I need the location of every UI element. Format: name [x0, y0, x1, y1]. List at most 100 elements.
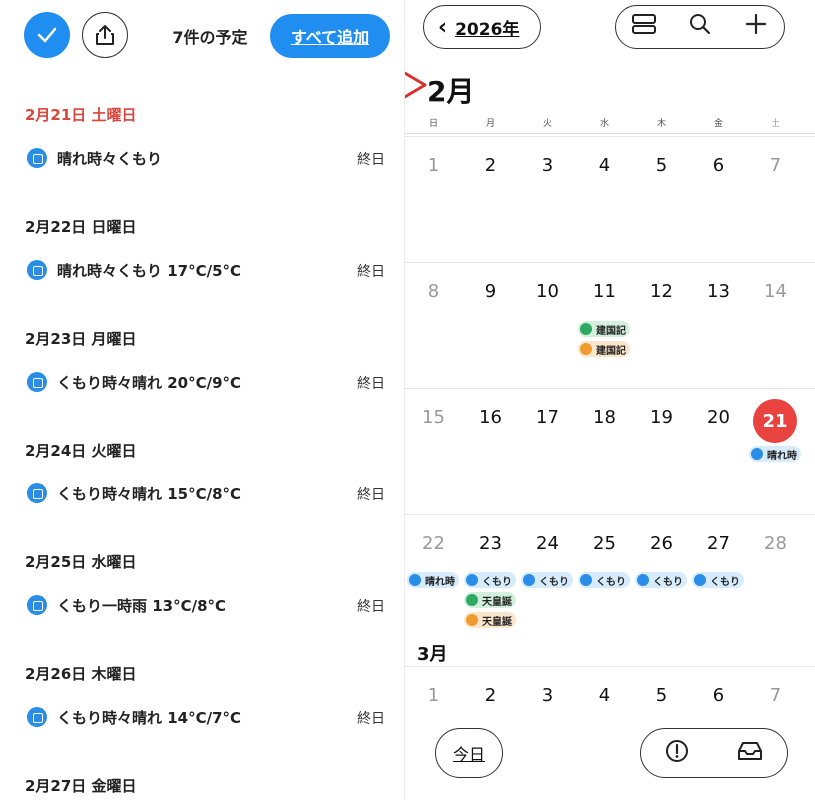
event-title: 晴れ時々くもり [57, 150, 163, 168]
star-icon [580, 343, 592, 355]
day-cell[interactable]: 9 [462, 281, 519, 302]
week-row: 22 23 24 25 26 27 28 晴れ時 くもり 天皇誕 天皇誕 くもり… [405, 514, 815, 640]
day-cell[interactable]: 15 [405, 407, 462, 428]
event-title: くもり時々晴れ 20°C/9°C [57, 374, 242, 392]
week-row: 8 9 10 11 12 13 14 建国記 建国記 [405, 262, 815, 388]
view-toggle-icon[interactable] [626, 13, 662, 41]
all-day-label: 終日 [357, 487, 385, 503]
alert-icon[interactable] [665, 739, 689, 767]
day-cell[interactable]: 14 [747, 281, 804, 302]
day-cell[interactable]: 2 [462, 155, 519, 176]
day-cell[interactable]: 16 [462, 407, 519, 428]
day-cell[interactable]: 1 [405, 685, 462, 706]
weekday-label: 月 [485, 119, 495, 129]
star-icon [466, 614, 478, 626]
confirm-button[interactable] [24, 12, 70, 58]
back-to-year-button[interactable]: ‹ 2026年 [423, 5, 541, 49]
today-button-label: 今日 [452, 745, 485, 764]
event-pill[interactable]: くもり [635, 572, 687, 588]
event-pill-label: くもり [596, 576, 626, 588]
day-cell[interactable]: 12 [633, 281, 690, 302]
red-arrow-icon [405, 71, 427, 99]
calendar-icon [580, 574, 592, 586]
event-pill[interactable]: くもり [521, 572, 573, 588]
share-button[interactable] [82, 12, 128, 58]
event-pill[interactable]: 建国記 [578, 321, 630, 337]
next-month-title: 3月 [417, 644, 448, 665]
day-cell[interactable]: 28 [747, 533, 804, 554]
day-cell[interactable]: 6 [690, 155, 747, 176]
calendar-icon [27, 483, 47, 503]
day-cell[interactable]: 17 [519, 407, 576, 428]
event-pill[interactable]: 天皇誕 [464, 592, 516, 608]
day-cell[interactable]: 26 [633, 533, 690, 554]
day-cell[interactable]: 7 [747, 155, 804, 176]
weekday-label: 水 [599, 119, 609, 129]
day-heading: 2月23日 月曜日 [25, 330, 137, 348]
import-header: 7件の予定 すべて追加 [0, 0, 404, 75]
week-row: 15 16 17 18 19 20 21 晴れ時 [405, 388, 815, 514]
day-heading: 2月27日 金曜日 [25, 777, 137, 795]
day-cell[interactable]: 25 [576, 533, 633, 554]
event-row[interactable]: くもり時々晴れ 14°C/7°C 終日 [25, 705, 385, 729]
weekday-label: 日 [428, 119, 438, 129]
event-row[interactable]: くもり時々晴れ 15°C/8°C 終日 [25, 481, 385, 505]
day-cell[interactable]: 10 [519, 281, 576, 302]
calendar-icon [27, 260, 47, 280]
day-cell[interactable]: 6 [690, 685, 747, 706]
event-title: くもり時々晴れ 14°C/7°C [57, 709, 242, 727]
day-heading: 2月21日 土曜日 [25, 106, 137, 124]
day-cell[interactable]: 19 [633, 407, 690, 428]
month-title: 2月 [427, 75, 475, 108]
event-count-title: 7件の予定 [172, 28, 248, 47]
day-cell[interactable]: 5 [633, 685, 690, 706]
event-row[interactable]: くもり一時雨 13°C/8°C 終日 [25, 593, 385, 617]
day-cell[interactable]: 22 [405, 533, 462, 554]
add-icon[interactable] [738, 12, 774, 42]
calendar-icon [694, 574, 706, 586]
event-pill-label: くもり [710, 576, 740, 588]
day-cell[interactable]: 24 [519, 533, 576, 554]
day-cell[interactable]: 4 [576, 155, 633, 176]
event-row[interactable]: 晴れ時々くもり 17°C/5°C 終日 [25, 258, 385, 282]
event-row[interactable]: 晴れ時々くもり 終日 [25, 146, 385, 170]
day-cell[interactable]: 7 [747, 685, 804, 706]
day-cell[interactable]: 18 [576, 407, 633, 428]
bottom-toolbar [640, 728, 788, 778]
add-all-button[interactable]: すべて追加 [270, 14, 390, 58]
calendar-icon [466, 594, 478, 606]
inbox-icon[interactable] [736, 740, 764, 766]
event-pill-label: くもり [653, 576, 683, 588]
event-pill[interactable]: 晴れ時 [407, 572, 459, 588]
calendar-icon [27, 372, 47, 392]
event-pill[interactable]: 天皇誕 [464, 612, 516, 628]
day-cell[interactable]: 11 [576, 281, 633, 302]
search-icon[interactable] [682, 12, 718, 42]
day-cell[interactable]: 13 [690, 281, 747, 302]
event-pill[interactable]: くもり [464, 572, 516, 588]
day-cell[interactable]: 2 [462, 685, 519, 706]
event-pill-label: 建国記 [596, 345, 626, 357]
event-row[interactable]: くもり時々晴れ 20°C/9°C 終日 [25, 370, 385, 394]
weekday-label: 木 [656, 119, 666, 129]
day-cell[interactable]: 4 [576, 685, 633, 706]
today-button[interactable]: 今日 [435, 728, 503, 778]
day-cell[interactable]: 27 [690, 533, 747, 554]
day-cell[interactable]: 5 [633, 155, 690, 176]
day-cell[interactable]: 8 [405, 281, 462, 302]
event-pill-label: 晴れ時 [425, 576, 455, 588]
day-cell[interactable]: 3 [519, 685, 576, 706]
day-cell[interactable]: 1 [405, 155, 462, 176]
day-cell[interactable]: 3 [519, 155, 576, 176]
week-row: 1 2 3 4 5 6 7 [405, 136, 815, 262]
event-pill[interactable]: くもり [692, 572, 744, 588]
chevron-left-icon: ‹ [438, 14, 448, 40]
event-pill[interactable]: 晴れ時 [749, 446, 801, 462]
all-day-label: 終日 [357, 376, 385, 392]
day-cell[interactable]: 20 [690, 407, 747, 428]
event-pill[interactable]: くもり [578, 572, 630, 588]
calendar-icon [27, 595, 47, 615]
day-cell[interactable]: 23 [462, 533, 519, 554]
event-pill[interactable]: 建国記 [578, 341, 630, 357]
calendar-icon [523, 574, 535, 586]
